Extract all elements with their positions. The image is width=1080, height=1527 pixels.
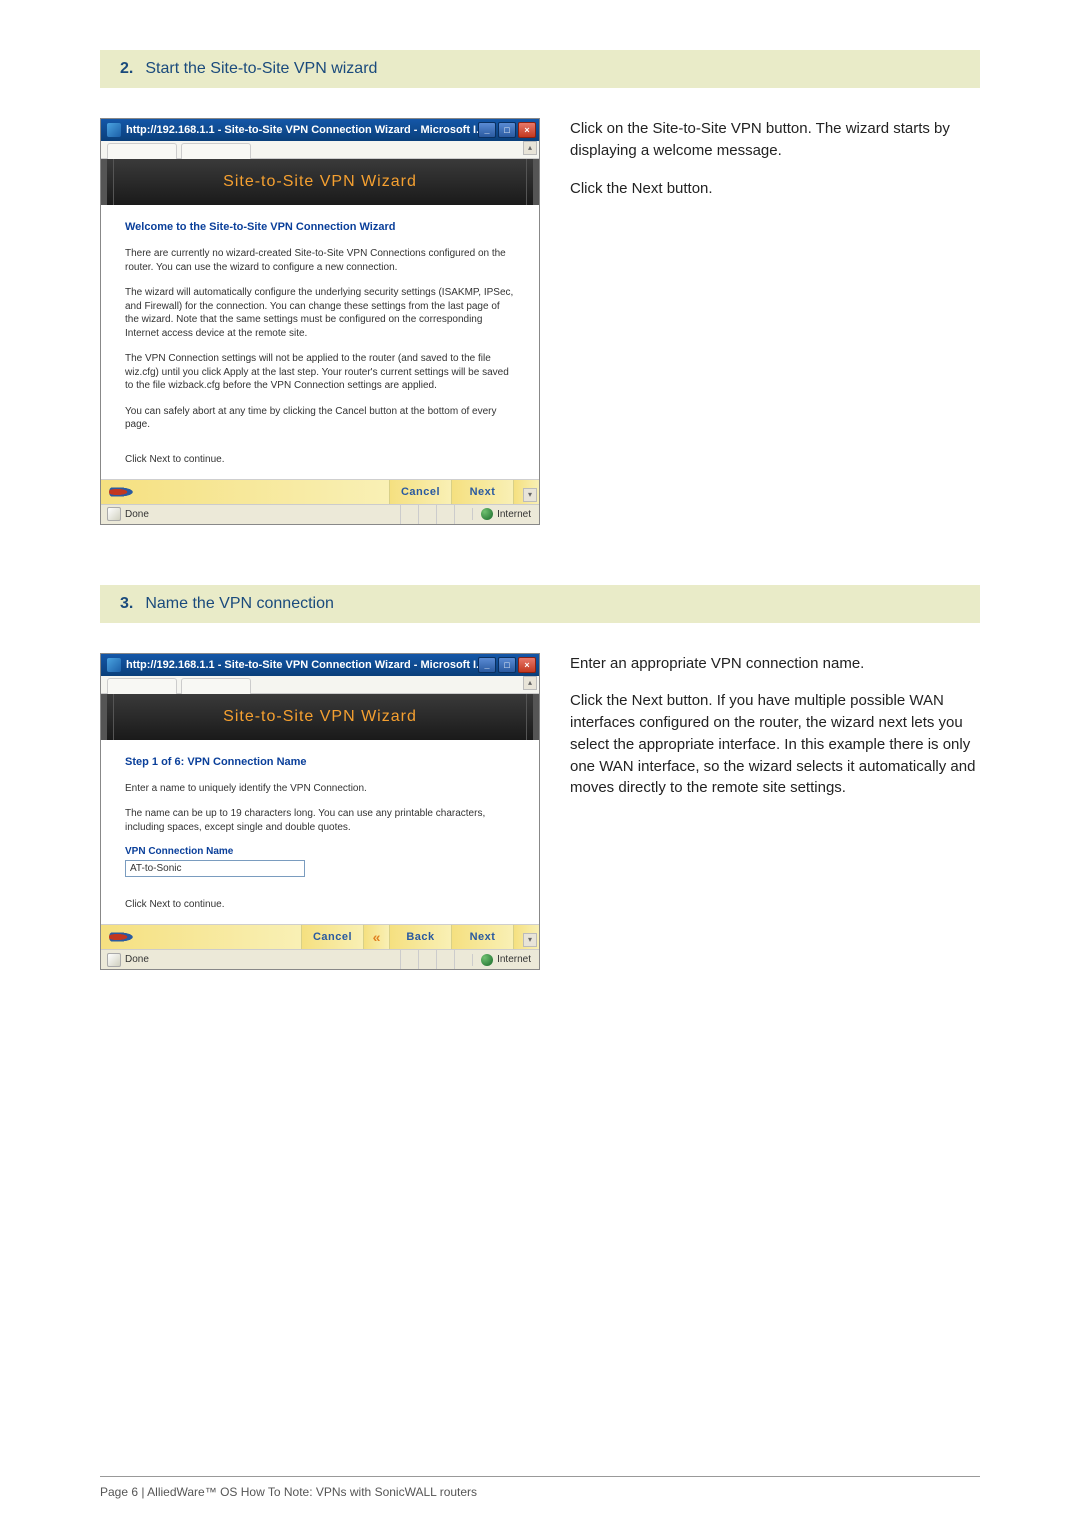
logo-swoosh-icon	[109, 486, 137, 498]
wizard-button-bar: Cancel « Back Next »	[101, 924, 539, 949]
status-page-icon	[107, 953, 121, 967]
wizard-para-4: You can safely abort at any time by clic…	[125, 405, 515, 432]
status-page-icon	[107, 507, 121, 521]
step-3-title: Name the VPN connection	[145, 595, 334, 613]
wizard-para-2: The wizard will automatically configure …	[125, 286, 515, 340]
instruction-p1: Enter an appropriate VPN connection name…	[570, 653, 980, 675]
wizard-main: Welcome to the Site-to-Site VPN Connecti…	[101, 205, 539, 479]
instruction-p1: Click on the Site-to-Site VPN button. Th…	[570, 118, 980, 162]
status-internet: Internet	[472, 508, 539, 520]
status-done: Done	[101, 507, 400, 521]
maximize-button[interactable]: □	[498, 657, 516, 673]
tab-2[interactable]	[181, 678, 251, 694]
step3-instructions: Enter an appropriate VPN connection name…	[570, 653, 980, 971]
button-bar-logo-area	[101, 480, 389, 504]
click-next-text: Click Next to continue.	[125, 899, 515, 910]
next-button[interactable]: Next	[451, 480, 513, 504]
page-footer: Page 6 | AlliedWare™ OS How To Note: VPN…	[100, 1476, 980, 1499]
button-bar-logo-area	[101, 925, 301, 949]
close-button[interactable]: ×	[518, 122, 536, 138]
scroll-up-icon[interactable]: ▴	[523, 141, 537, 155]
status-internet-text: Internet	[497, 954, 531, 965]
window-title: http://192.168.1.1 - Site-to-Site VPN Co…	[126, 124, 478, 136]
globe-icon	[481, 508, 493, 520]
conn-name-label: VPN Connection Name	[125, 846, 515, 857]
step-3-number: 3.	[120, 595, 133, 613]
maximize-button[interactable]: □	[498, 122, 516, 138]
tabs-row	[101, 676, 539, 694]
step-3-content: http://192.168.1.1 - Site-to-Site VPN Co…	[100, 653, 980, 971]
step-2-header: 2. Start the Site-to-Site VPN wizard	[100, 50, 980, 88]
back-button[interactable]: Back	[389, 925, 451, 949]
status-cell	[454, 950, 472, 969]
cancel-button[interactable]: Cancel	[389, 480, 451, 504]
wizard-para-1: Enter a name to uniquely identify the VP…	[125, 782, 515, 796]
statusbar: Done Internet	[101, 504, 539, 524]
wizard-para-2: The name can be up to 19 characters long…	[125, 807, 515, 834]
wizard-window-step2: http://192.168.1.1 - Site-to-Site VPN Co…	[100, 118, 540, 525]
status-cells	[400, 505, 472, 524]
wizard-heading: Welcome to the Site-to-Site VPN Connecti…	[125, 221, 515, 233]
ie-icon	[107, 658, 121, 672]
status-internet-text: Internet	[497, 509, 531, 520]
wizard-window-step3: http://192.168.1.1 - Site-to-Site VPN Co…	[100, 653, 540, 971]
instruction-p2: Click the Next button. If you have multi…	[570, 690, 980, 799]
wizard-banner: Site-to-Site VPN Wizard	[101, 159, 539, 205]
window-title: http://192.168.1.1 - Site-to-Site VPN Co…	[126, 659, 478, 671]
status-cells	[400, 950, 472, 969]
next-button[interactable]: Next	[451, 925, 513, 949]
step-2-content: http://192.168.1.1 - Site-to-Site VPN Co…	[100, 118, 980, 525]
close-button[interactable]: ×	[518, 657, 536, 673]
status-cell	[436, 505, 454, 524]
ie-icon	[107, 123, 121, 137]
window-titlebar: http://192.168.1.1 - Site-to-Site VPN Co…	[101, 119, 539, 141]
status-done-text: Done	[125, 954, 149, 965]
click-next-text: Click Next to continue.	[125, 454, 515, 465]
wizard-para-1: There are currently no wizard-created Si…	[125, 247, 515, 274]
status-cell	[454, 505, 472, 524]
minimize-button[interactable]: _	[478, 122, 496, 138]
globe-icon	[481, 954, 493, 966]
wizard-button-bar: Cancel Next »	[101, 479, 539, 504]
wizard-para-3: The VPN Connection settings will not be …	[125, 352, 515, 393]
window-buttons: _ □ ×	[478, 122, 536, 138]
wizard-heading: Step 1 of 6: VPN Connection Name	[125, 756, 515, 768]
status-cell	[418, 505, 436, 524]
status-cell	[400, 505, 418, 524]
window-titlebar: http://192.168.1.1 - Site-to-Site VPN Co…	[101, 654, 539, 676]
step-3-header: 3. Name the VPN connection	[100, 585, 980, 623]
status-done-text: Done	[125, 509, 149, 520]
tab-1[interactable]	[107, 678, 177, 694]
scroll-down-icon[interactable]: ▾	[523, 488, 537, 502]
instruction-p2: Click the Next button.	[570, 178, 980, 200]
back-arrow-icon[interactable]: «	[363, 925, 389, 949]
step2-instructions: Click on the Site-to-Site VPN button. Th…	[570, 118, 980, 525]
status-cell	[436, 950, 454, 969]
tab-1[interactable]	[107, 143, 177, 159]
wizard-banner: Site-to-Site VPN Wizard	[101, 694, 539, 740]
status-done: Done	[101, 953, 400, 967]
minimize-button[interactable]: _	[478, 657, 496, 673]
status-cell	[418, 950, 436, 969]
statusbar: Done Internet	[101, 949, 539, 969]
status-cell	[400, 950, 418, 969]
window-buttons: _ □ ×	[478, 657, 536, 673]
tabs-row	[101, 141, 539, 159]
cancel-button[interactable]: Cancel	[301, 925, 363, 949]
step-2-number: 2.	[120, 60, 133, 78]
scroll-up-icon[interactable]: ▴	[523, 676, 537, 690]
scroll-down-icon[interactable]: ▾	[523, 933, 537, 947]
status-internet: Internet	[472, 954, 539, 966]
tab-2[interactable]	[181, 143, 251, 159]
wizard-main: Step 1 of 6: VPN Connection Name Enter a…	[101, 740, 539, 925]
conn-name-input[interactable]	[125, 860, 305, 877]
step-2-title: Start the Site-to-Site VPN wizard	[145, 60, 377, 78]
logo-swoosh-icon	[109, 931, 137, 943]
